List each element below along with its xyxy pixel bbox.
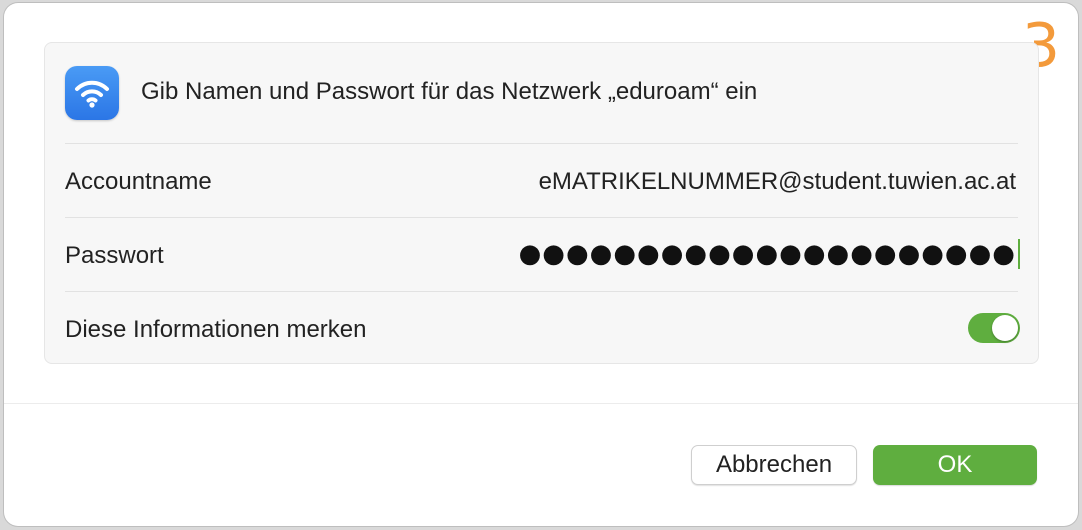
remember-info-toggle[interactable] [968, 313, 1020, 343]
wifi-icon [65, 66, 119, 120]
account-name-label: Accountname [65, 168, 212, 195]
password-label: Passwort [65, 242, 164, 269]
cancel-button[interactable]: Abbrechen [691, 445, 857, 485]
network-login-dialog: 3 Gib Namen und Passwort für das Netzwer… [4, 3, 1078, 526]
password-dots: ●●●●●●●●●●●●●●●●●●●●● [518, 239, 1016, 269]
account-name-field[interactable]: eMATRIKELNUMMER@student.tuwien.ac.at [539, 168, 1016, 196]
toggle-knob [992, 315, 1018, 341]
footer-divider [4, 403, 1078, 404]
remember-info-label: Diese Informationen merken [65, 316, 367, 343]
divider [65, 143, 1018, 144]
divider [65, 217, 1018, 218]
password-field[interactable]: ●●●●●●●●●●●●●●●●●●●●● [519, 239, 1020, 269]
ok-button[interactable]: OK [873, 445, 1037, 485]
text-caret [1018, 239, 1020, 269]
dialog-prompt: Gib Namen und Passwort für das Netzwerk … [141, 78, 758, 105]
divider [65, 291, 1018, 292]
credentials-panel: Gib Namen und Passwort für das Netzwerk … [44, 42, 1039, 364]
